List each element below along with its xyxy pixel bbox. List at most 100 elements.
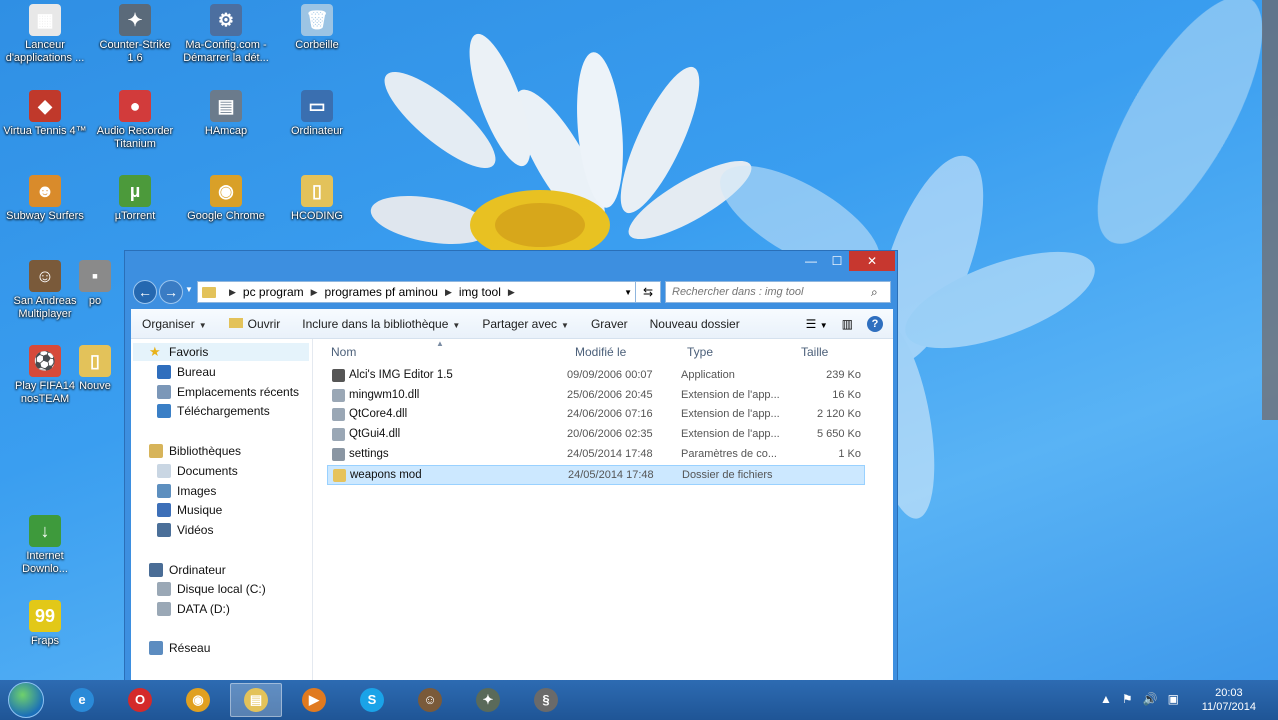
taskbar-button[interactable]: ▶ <box>288 683 340 717</box>
desktop-shortcut[interactable]: ◉ Google Chrome <box>182 175 270 223</box>
desktop-shortcut[interactable]: µ µTorrent <box>91 175 179 223</box>
desktop-shortcut[interactable]: ▯ Nouve <box>60 345 130 393</box>
action-center-icon[interactable]: ⚑ <box>1122 692 1133 706</box>
file-type: Extension de l'app... <box>681 408 780 421</box>
refresh-button[interactable]: ⇆ <box>635 281 661 303</box>
breadcrumb-item[interactable]: pc program <box>243 285 304 299</box>
file-row[interactable]: weapons mod 24/05/2014 17:48 Dossier de fi… <box>327 464 865 485</box>
file-date: 20/06/2006 02:35 <box>567 428 653 441</box>
shortcut-label: Corbeille <box>295 39 339 51</box>
chrome-icon: ◉ <box>210 175 242 207</box>
tray-arrow-icon[interactable]: ▲ <box>1100 692 1112 706</box>
folder-icon <box>202 286 216 298</box>
title-bar[interactable]: — ☐ ✕ <box>125 251 897 277</box>
nav-downloads[interactable]: Téléchargements <box>157 402 270 420</box>
file-row[interactable]: settings 24/05/2014 17:48 Paramètres de co… <box>327 445 865 465</box>
nav-network[interactable]: Réseau <box>149 639 210 657</box>
volume-icon[interactable]: 🔊 <box>1143 692 1158 706</box>
taskbar-button[interactable]: ◉ <box>172 683 224 717</box>
close-button[interactable]: ✕ <box>849 251 895 271</box>
nav-music[interactable]: Musique <box>157 501 222 519</box>
desktop-shortcut[interactable]: ◆ Virtua Tennis 4™ <box>1 90 89 138</box>
search-icon[interactable]: ⌕ <box>871 285 878 300</box>
nav-disk-d[interactable]: DATA (D:) <box>157 600 230 618</box>
burn-button[interactable]: Graver <box>580 317 639 331</box>
taskbar-button[interactable]: S <box>346 683 398 717</box>
audio-recorder-icon: ● <box>119 90 151 122</box>
column-header-name[interactable]: Nom <box>331 345 356 359</box>
nav-label: Documents <box>177 464 238 478</box>
file-row[interactable]: QtGui4.dll 20/06/2006 02:35 Extension de l… <box>327 425 865 445</box>
address-bar[interactable]: ▶ pc program ▶ programes pf aminou ▶ img… <box>197 281 659 303</box>
desktop-icon <box>157 365 171 379</box>
internet-explorer-icon: e <box>70 688 94 712</box>
taskbar-button[interactable]: ☺ <box>404 683 456 717</box>
nav-computer[interactable]: Ordinateur <box>149 561 226 579</box>
nav-desktop[interactable]: Bureau <box>157 363 216 381</box>
breadcrumb-item[interactable]: img tool <box>459 285 501 299</box>
images-icon <box>157 484 171 498</box>
nav-documents[interactable]: Documents <box>157 462 238 480</box>
folder-icon <box>333 468 346 482</box>
desktop-shortcut[interactable]: 99 Fraps <box>1 600 89 648</box>
nav-favorites[interactable]: ★ Favoris <box>133 343 309 361</box>
desktop-shortcut[interactable]: ▦ Lanceur d'applications ... <box>1 4 89 65</box>
taskbar-button[interactable]: § <box>520 683 572 717</box>
maximize-button[interactable]: ☐ <box>823 251 851 271</box>
nav-videos[interactable]: Vidéos <box>157 521 213 539</box>
nav-recent-places[interactable]: Emplacements récents <box>157 383 299 401</box>
column-header-modified[interactable]: Modifié le <box>575 345 626 359</box>
desktop-shortcut[interactable]: ▭ Ordinateur <box>273 90 361 138</box>
desktop-shortcut[interactable]: ✦ Counter-Strike 1.6 <box>91 4 179 65</box>
partial-folder-icon: ▯ <box>79 345 111 377</box>
open-button[interactable]: Ouvrir <box>218 317 292 331</box>
minimize-button[interactable]: — <box>797 251 825 271</box>
nav-images[interactable]: Images <box>157 482 216 500</box>
include-library-button[interactable]: Inclure dans la bibliothèque ▼ <box>291 317 471 331</box>
column-header-type[interactable]: Type <box>687 345 713 359</box>
taskbar-button[interactable]: ▤ <box>230 683 282 717</box>
network-icon[interactable]: ▣ <box>1168 692 1179 706</box>
address-dropdown-icon[interactable]: ▼ <box>624 288 632 297</box>
column-header-size[interactable]: Taille <box>801 345 828 359</box>
help-icon[interactable]: ? <box>867 315 883 332</box>
share-label: Partager avec <box>482 316 558 331</box>
hamcap-icon: ▤ <box>210 90 242 122</box>
back-button[interactable]: ← <box>133 280 157 304</box>
clock-time: 20:03 <box>1215 687 1243 699</box>
file-name: Alci's IMG Editor 1.5 <box>349 369 453 381</box>
desktop-shortcut[interactable]: ↓ Internet Downlo... <box>1 515 89 576</box>
desktop-shortcut[interactable]: ▪ po <box>60 260 130 308</box>
desktop-shortcut[interactable]: 🗑 Corbeille <box>273 4 361 52</box>
desktop-shortcut[interactable]: ▤ HAmcap <box>182 90 270 138</box>
taskbar-button[interactable]: O <box>114 683 166 717</box>
nav-libraries[interactable]: Bibliothèques <box>149 442 241 460</box>
new-folder-button[interactable]: Nouveau dossier <box>639 317 751 331</box>
start-button[interactable] <box>8 682 44 718</box>
nav-disk-c[interactable]: Disque local (C:) <box>157 580 266 598</box>
search-input[interactable] <box>665 281 891 303</box>
share-button[interactable]: Partager avec ▼ <box>471 317 580 331</box>
taskbar-button[interactable]: e <box>56 683 108 717</box>
gta-icon: ✦ <box>476 688 500 712</box>
forward-button[interactable]: → <box>159 280 183 304</box>
music-icon <box>157 503 171 517</box>
clock[interactable]: 20:03 11/07/2014 <box>1202 686 1256 714</box>
chevron-right-icon: ▶ <box>444 286 452 297</box>
organize-button[interactable]: Organiser ▼ <box>131 317 218 331</box>
desktop-shortcut[interactable]: ☻ Subway Surfers <box>1 175 89 223</box>
desktop-shortcut[interactable]: ● Audio Recorder Titanium <box>91 90 179 151</box>
taskbar-button[interactable]: ✦ <box>462 683 514 717</box>
preview-pane-icon[interactable]: ▥ <box>842 317 853 331</box>
file-list: ▲ Nom Modifié le Type Taille Alci's IMG … <box>321 339 893 681</box>
recent-pages-chevron-icon[interactable]: ▼ <box>185 285 193 294</box>
breadcrumb-item[interactable]: programes pf aminou <box>325 285 438 299</box>
samp-icon: ☺ <box>29 260 61 292</box>
file-row[interactable]: mingwm10.dll 25/06/2006 20:45 Extension de… <box>327 386 865 406</box>
file-row[interactable]: QtCore4.dll 24/06/2006 07:16 Extension de … <box>327 405 865 425</box>
desktop-shortcut[interactable]: ⚙ Ma-Config.com - Démarrer la dét... <box>182 4 270 65</box>
desktop-shortcut[interactable]: ▯ HCODING <box>273 175 361 223</box>
file-row[interactable]: Alci's IMG Editor 1.5 09/09/2006 00:07 App… <box>327 366 865 386</box>
view-options-icon[interactable]: ☰ ▼ <box>806 317 828 331</box>
dll-icon <box>332 388 345 402</box>
